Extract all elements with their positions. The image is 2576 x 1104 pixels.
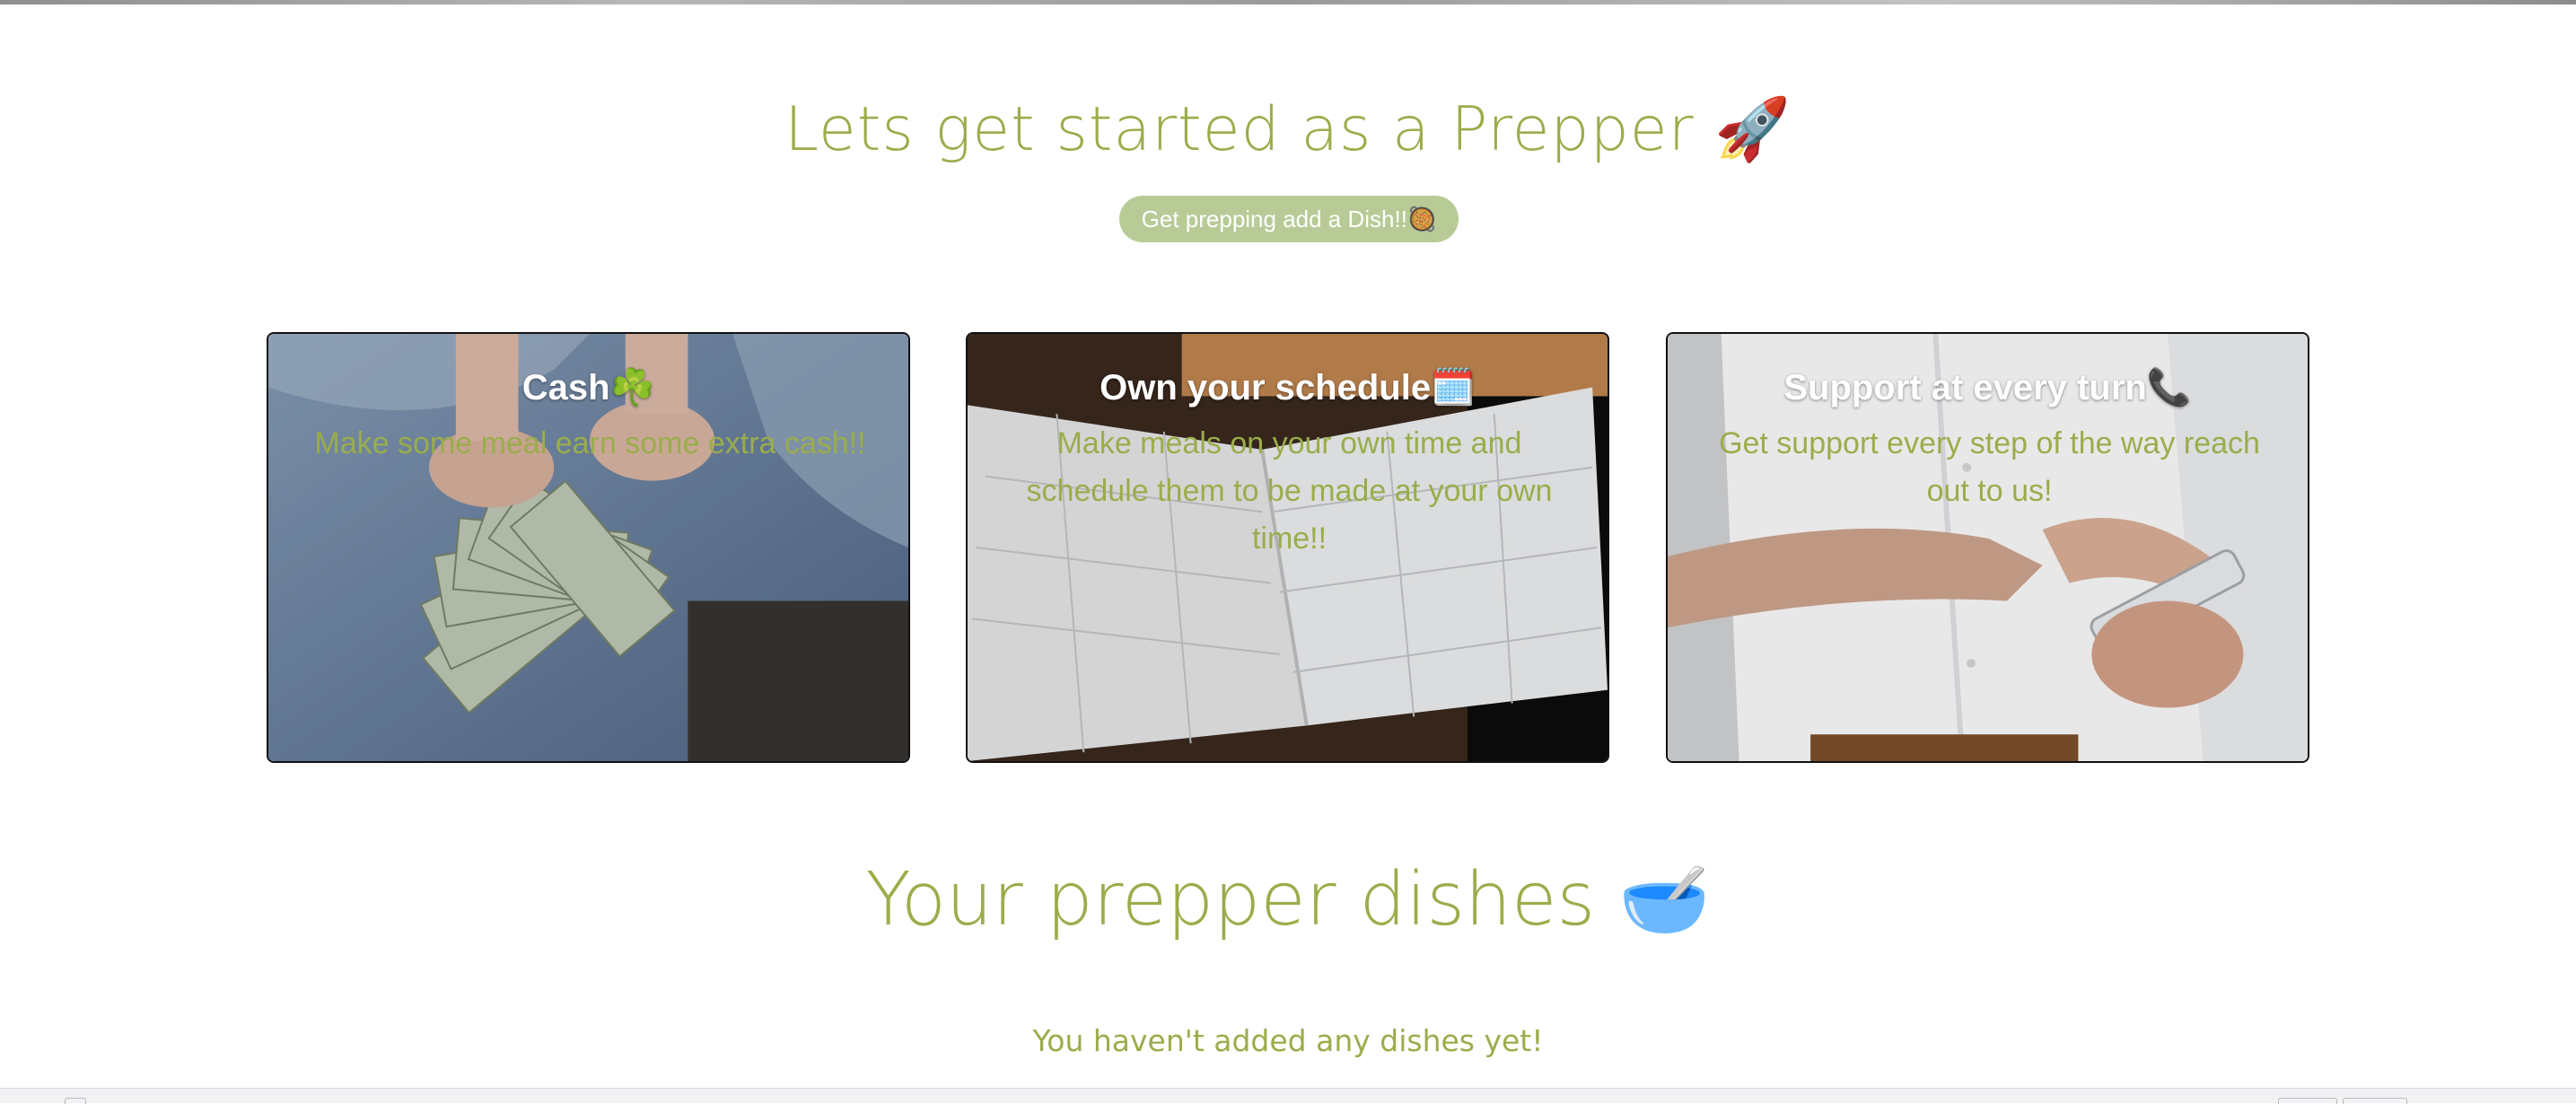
sidebar-toggle-icon[interactable] [65, 1098, 86, 1104]
status-control[interactable] [2278, 1098, 2337, 1104]
dishes-section-title: Your prepper dishes 🥣 [865, 857, 1711, 942]
top-image-strip [0, 0, 2576, 4]
card-title: Support at every turn📞 [1783, 368, 2192, 407]
browser-bottom-bar [0, 1088, 2576, 1104]
feature-card-cash: Cash☘️ Make some meal earn some extra ca… [267, 332, 910, 763]
card-text: Make meals on your own time and schedule… [1026, 426, 1553, 556]
card-title: Own your schedule🗓️ [1100, 368, 1476, 407]
card-text: Make some meal earn some extra cash!! [314, 426, 866, 460]
add-dish-button[interactable]: Get prepping add a Dish!!🥘 [1119, 196, 1459, 242]
feature-card-schedule: Own your schedule🗓️ Make meals on your o… [966, 332, 1609, 763]
card-title: Cash☘️ [521, 368, 655, 407]
feature-card-support: Support at every turn📞 Get support every… [1666, 332, 2309, 763]
hero-title: Lets get started as a Prepper 🚀 [784, 94, 1792, 165]
status-control[interactable] [2343, 1098, 2407, 1104]
empty-dishes-message: You haven't added any dishes yet! [1032, 1023, 1544, 1058]
card-text: Get support every step of the way reach … [1719, 426, 2260, 508]
